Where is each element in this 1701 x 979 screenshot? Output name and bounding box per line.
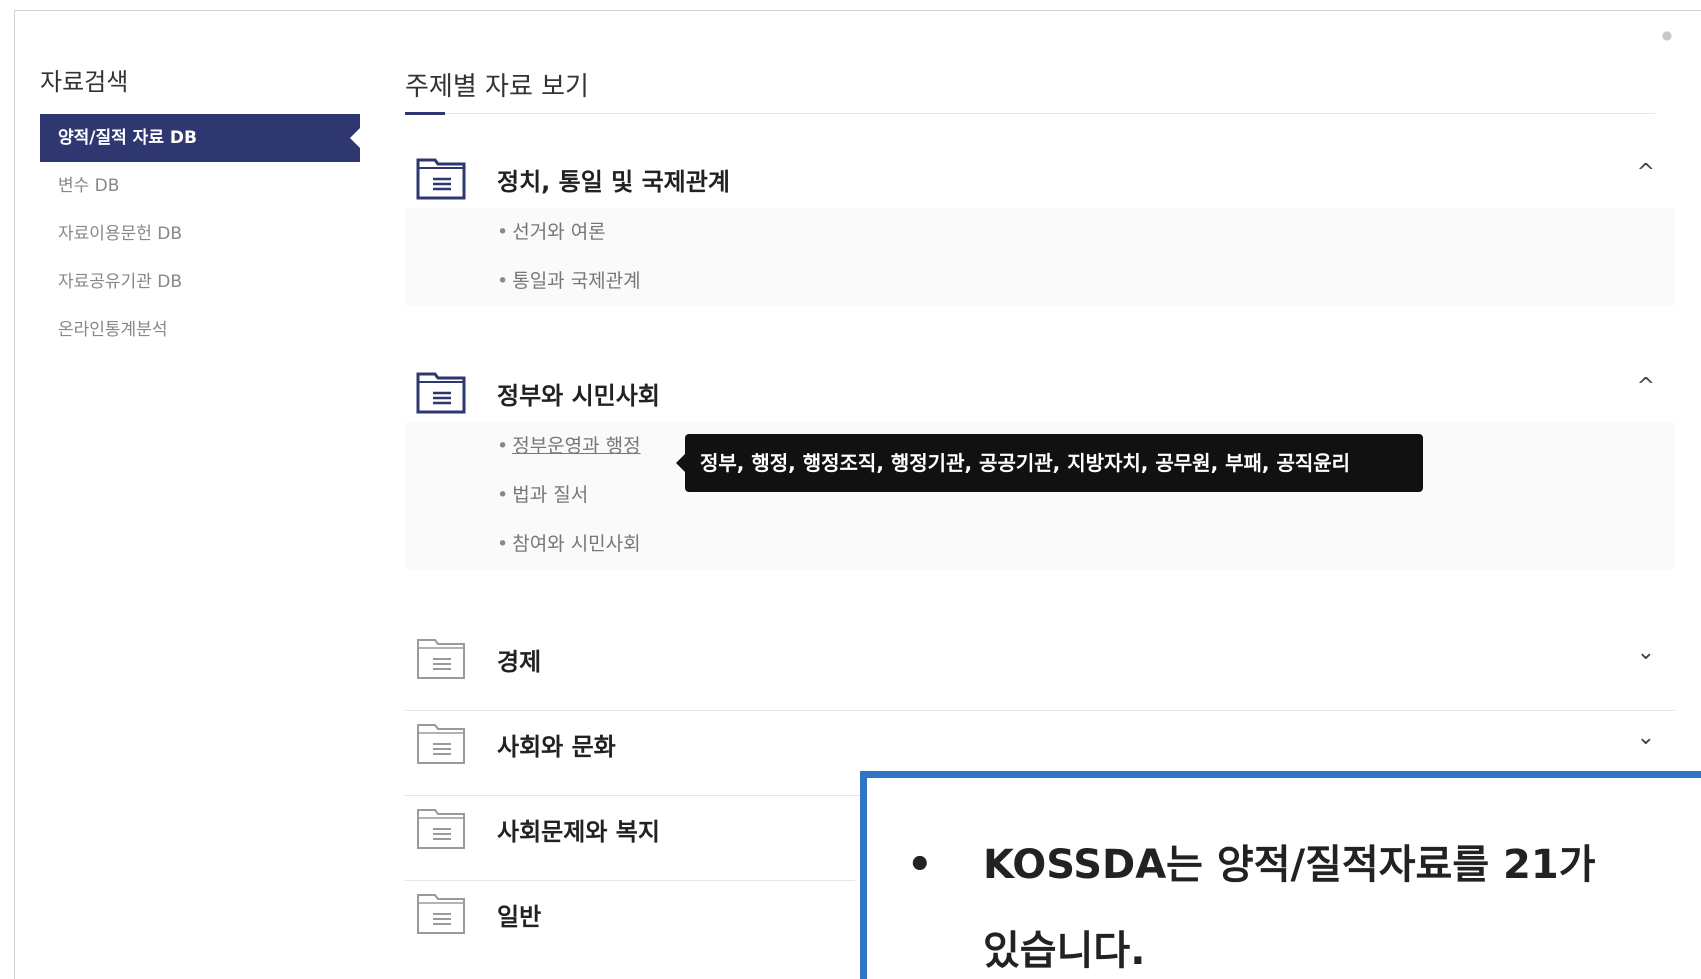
category-header[interactable]: 정치, 통일 및 국제관계 ^ <box>405 148 1675 208</box>
chevron-up-icon[interactable]: ^ <box>1637 160 1655 185</box>
folder-list-icon <box>417 639 465 679</box>
bullet: • <box>907 842 933 888</box>
callout-line-2: 있습니다. <box>983 928 1146 974</box>
category-label: 정치, 통일 및 국제관계 <box>497 168 730 196</box>
category-header[interactable]: 경제 ⌄ <box>405 628 1675 688</box>
callout-box: • KOSSDA는 양적/질적자료를 21가 있습니다. <box>860 771 1701 979</box>
sidebar-item-literature-db[interactable]: 자료이용문헌 DB <box>40 210 360 258</box>
category-politics: 정치, 통일 및 국제관계 ^ • 선거와 여론 • 통일과 국제관계 <box>405 148 1675 306</box>
folder-list-icon <box>417 894 465 934</box>
tooltip: 정부, 행정, 행정조직, 행정기관, 공공기관, 지방자치, 공무원, 부패,… <box>676 434 1423 492</box>
title-divider <box>405 113 1655 114</box>
sidebar-title: 자료검색 <box>40 68 129 96</box>
title-accent <box>405 112 445 115</box>
close-icon[interactable]: ● <box>1660 28 1674 42</box>
chevron-up-icon[interactable]: ^ <box>1637 374 1655 399</box>
folder-list-icon <box>416 158 466 200</box>
category-label: 정부와 시민사회 <box>497 382 660 410</box>
folder-list-icon <box>417 724 465 764</box>
category-label: 경제 <box>497 648 542 676</box>
list-item[interactable]: • 참여와 시민사회 <box>497 520 1675 569</box>
list-item[interactable]: • 통일과 국제관계 <box>497 257 1675 306</box>
category-label: 사회와 문화 <box>497 733 616 761</box>
category-label: 사회문제와 복지 <box>497 818 660 846</box>
sidebar-item-variable-db[interactable]: 변수 DB <box>40 162 360 210</box>
category-header[interactable]: 사회와 문화 ⌄ <box>405 713 1675 773</box>
list-item[interactable]: • 선거와 여론 <box>497 208 1675 257</box>
divider <box>405 880 855 881</box>
chevron-down-icon[interactable]: ⌄ <box>1637 640 1655 665</box>
category-header[interactable]: 정부와 시민사회 ^ <box>405 362 1675 422</box>
page-title: 주제별 자료 보기 <box>405 72 589 102</box>
category-items: • 선거와 여론 • 통일과 국제관계 <box>405 208 1675 306</box>
sidebar-menu: 양적/질적 자료 DB 변수 DB 자료이용문헌 DB 자료공유기관 DB 온라… <box>40 114 360 354</box>
category-general: 일반 <box>405 883 855 943</box>
category-label: 일반 <box>497 903 542 931</box>
folder-list-icon <box>417 809 465 849</box>
sidebar-item-institution-db[interactable]: 자료공유기관 DB <box>40 258 360 306</box>
chevron-down-icon[interactable]: ⌄ <box>1637 725 1655 750</box>
callout-line-1: KOSSDA는 양적/질적자료를 21가 <box>983 842 1596 888</box>
sidebar-item-quant-qual-db[interactable]: 양적/질적 자료 DB <box>40 114 360 162</box>
category-header[interactable]: 일반 <box>405 883 855 943</box>
category-social-welfare: 사회문제와 복지 <box>405 798 855 881</box>
divider <box>405 710 1675 711</box>
sidebar-item-online-stats[interactable]: 온라인통계분석 <box>40 306 360 354</box>
folder-list-icon <box>416 372 466 414</box>
category-header[interactable]: 사회문제와 복지 <box>405 798 855 858</box>
category-economy: 경제 ⌄ <box>405 628 1675 711</box>
